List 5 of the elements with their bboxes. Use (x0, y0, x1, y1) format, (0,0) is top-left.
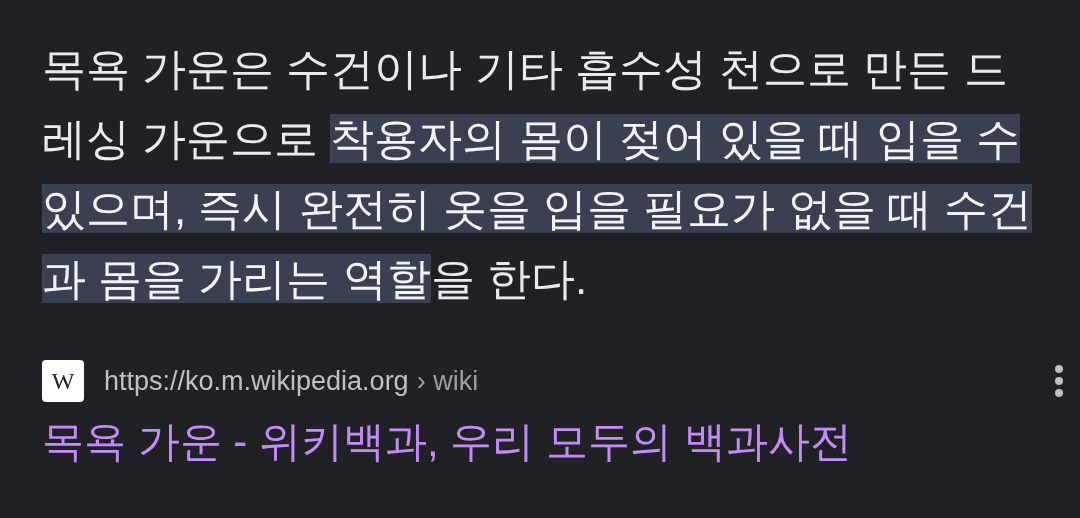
more-options-icon[interactable] (1054, 364, 1064, 398)
url-breadcrumb: › wiki (416, 364, 479, 398)
site-favicon: W (42, 360, 84, 402)
result-title-link[interactable]: 목욕 가운 - 위키백과, 우리 모두의 백과사전 (42, 412, 1038, 472)
source-url[interactable]: https://ko.m.wikipedia.org (104, 360, 409, 402)
